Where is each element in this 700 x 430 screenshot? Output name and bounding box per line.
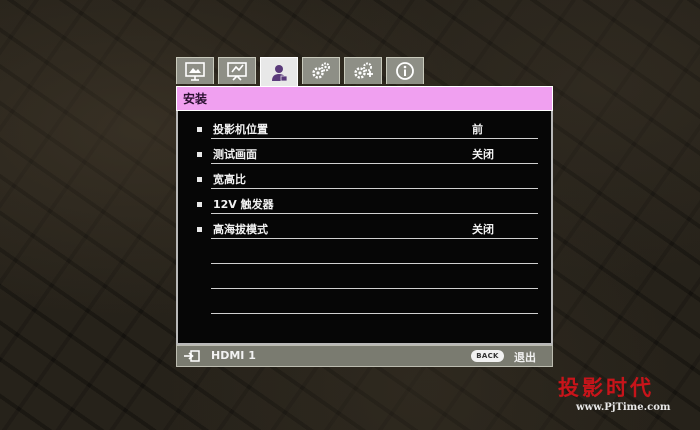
row-divider (211, 188, 538, 189)
installation-icon (272, 64, 288, 81)
menu-item-empty (178, 244, 555, 269)
tab-system-settings[interactable] (302, 57, 340, 84)
menu-item-empty (178, 294, 555, 319)
row-divider (211, 313, 538, 314)
bullet-icon (197, 152, 202, 157)
tab-information[interactable] (386, 57, 424, 84)
menu-item-label: 高海拔模式 (213, 223, 268, 236)
menu-panel: 投影机位置 前 测试画面 关闭 宽高比 12V 触发器 高海拔模式 关闭 (176, 111, 553, 345)
input-source-label: HDMI 1 (211, 349, 256, 362)
watermark-logo: 投影时代 www.PjTime.com (558, 372, 688, 422)
display-icon (227, 62, 247, 81)
row-divider (211, 288, 538, 289)
advanced-settings-icon (354, 62, 373, 79)
projector-osd-menu: 安装 投影机位置 前 测试画面 关闭 宽高比 12V 触发器 高海拔模式 关闭 … (176, 57, 553, 367)
watermark-text-url: www.PjTime.com (576, 402, 671, 413)
input-source-icon (184, 350, 200, 362)
row-divider (211, 138, 538, 139)
menu-item-label: 投影机位置 (213, 123, 268, 136)
menu-item-label: 测试画面 (213, 148, 257, 161)
menu-title: 安装 (183, 92, 208, 106)
menu-item-12v-trigger[interactable]: 12V 触发器 (178, 194, 555, 219)
bullet-icon (197, 177, 202, 182)
menu-tabs (176, 57, 553, 87)
menu-item-label: 12V 触发器 (213, 198, 274, 211)
tab-picture[interactable] (176, 57, 214, 84)
menu-item-empty (178, 269, 555, 294)
menu-item-test-pattern[interactable]: 测试画面 关闭 (178, 144, 555, 169)
menu-item-label: 宽高比 (213, 173, 246, 186)
row-divider (211, 238, 538, 239)
tab-installation[interactable] (260, 57, 298, 87)
tab-advanced-settings[interactable] (344, 57, 382, 84)
menu-item-value: 前 (472, 123, 483, 136)
menu-title-bar: 安装 (176, 86, 553, 111)
bullet-icon (197, 202, 202, 207)
information-icon (396, 62, 414, 80)
menu-footer: HDMI 1 BACK 退出 (176, 345, 553, 367)
row-divider (211, 213, 538, 214)
back-button[interactable]: BACK (471, 350, 504, 362)
watermark-text-cn: 投影时代 (558, 376, 654, 400)
picture-icon (185, 62, 205, 81)
system-settings-icon (312, 62, 330, 79)
exit-label: 退出 (514, 351, 536, 364)
bullet-icon (197, 227, 202, 232)
tab-display[interactable] (218, 57, 256, 84)
menu-item-projector-position[interactable]: 投影机位置 前 (178, 119, 555, 144)
bullet-icon (197, 127, 202, 132)
menu-item-value: 关闭 (472, 223, 494, 236)
menu-item-value: 关闭 (472, 148, 494, 161)
row-divider (211, 163, 538, 164)
menu-item-high-altitude-mode[interactable]: 高海拔模式 关闭 (178, 219, 555, 244)
menu-item-aspect-ratio[interactable]: 宽高比 (178, 169, 555, 194)
row-divider (211, 263, 538, 264)
